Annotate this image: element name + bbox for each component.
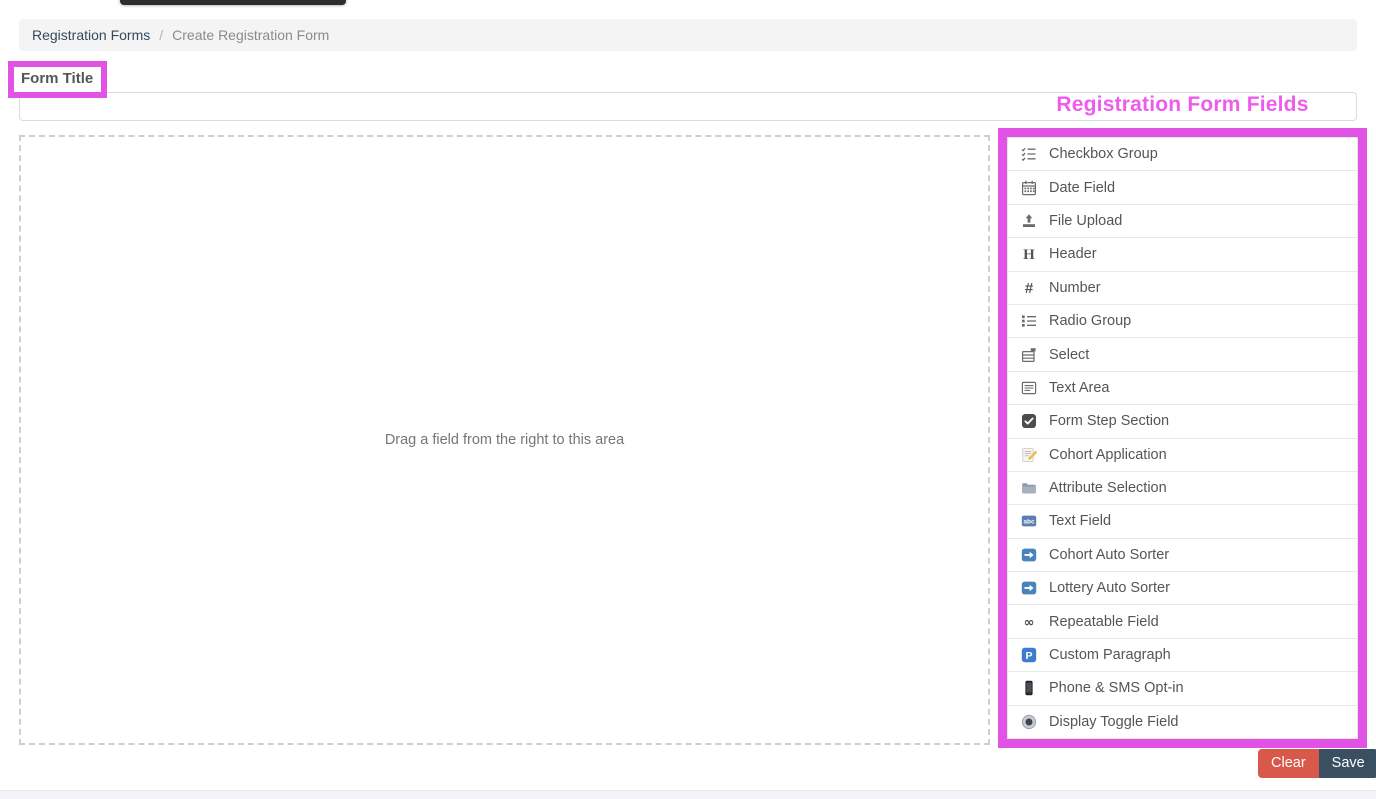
infinity-icon: ∞ (1021, 614, 1037, 630)
svg-text:∞: ∞ (1024, 615, 1035, 630)
form-actions: Clear Save (1258, 749, 1376, 778)
field-item-label: Phone & SMS Opt-in (1049, 680, 1184, 696)
fields-panel-heading: Registration Form Fields (998, 93, 1367, 117)
field-item-label: Radio Group (1049, 313, 1131, 329)
abc-icon: abc (1021, 513, 1037, 529)
field-item-label: Attribute Selection (1049, 480, 1167, 496)
field-item-label: File Upload (1049, 213, 1122, 229)
top-clipped-bar (120, 0, 346, 5)
field-item-label: Custom Paragraph (1049, 647, 1171, 663)
pencil-icon (1021, 447, 1037, 463)
field-item-cohort-auto-sorter[interactable]: Cohort Auto Sorter (1008, 539, 1357, 572)
radio-button-icon (1021, 714, 1037, 730)
field-item-label: Text Area (1049, 380, 1109, 396)
field-item-number[interactable]: # Number (1008, 272, 1357, 305)
field-item-custom-paragraph[interactable]: P Custom Paragraph (1008, 639, 1357, 672)
arrow-right-icon (1021, 580, 1037, 596)
select-icon (1021, 347, 1037, 363)
field-item-label: Number (1049, 280, 1101, 296)
field-item-label: Text Field (1049, 513, 1111, 529)
bottom-strip (0, 790, 1376, 799)
field-item-date-field[interactable]: Date Field (1008, 171, 1357, 204)
clear-button[interactable]: Clear (1258, 749, 1319, 778)
calendar-icon (1021, 180, 1037, 196)
upload-icon (1021, 213, 1037, 229)
form-title-label: Form Title (21, 70, 93, 87)
arrow-right-icon (1021, 547, 1037, 563)
breadcrumb-link-registration-forms[interactable]: Registration Forms (32, 27, 150, 43)
field-item-phone-sms-opt-in[interactable]: Phone & SMS Opt-in (1008, 672, 1357, 705)
field-item-label: Cohort Application (1049, 447, 1167, 463)
form-title-annotation-box: Form Title (8, 61, 107, 98)
field-item-label: Header (1049, 246, 1097, 262)
hash-icon: # (1021, 280, 1037, 296)
field-item-attribute-selection[interactable]: Attribute Selection (1008, 472, 1357, 505)
check-square-icon (1021, 413, 1037, 429)
p-square-icon: P (1021, 647, 1037, 663)
radio-group-icon (1021, 313, 1037, 329)
field-item-cohort-application[interactable]: Cohort Application (1008, 439, 1357, 472)
field-item-label: Lottery Auto Sorter (1049, 580, 1170, 596)
svg-text:P: P (1025, 650, 1032, 662)
breadcrumb-current-page: Create Registration Form (172, 27, 329, 43)
field-item-repeatable-field[interactable]: ∞ Repeatable Field (1008, 605, 1357, 638)
textarea-icon (1021, 380, 1037, 396)
field-item-label: Repeatable Field (1049, 614, 1159, 630)
field-item-display-toggle-field[interactable]: Display Toggle Field (1008, 706, 1357, 738)
checkbox-group-icon (1021, 146, 1037, 162)
folder-icon (1021, 480, 1037, 496)
field-item-text-area[interactable]: Text Area (1008, 372, 1357, 405)
svg-text:H: H (1023, 247, 1035, 262)
field-item-file-upload[interactable]: File Upload (1008, 205, 1357, 238)
field-item-text-field[interactable]: abc Text Field (1008, 505, 1357, 538)
breadcrumb-separator: / (159, 27, 163, 43)
drop-area-hint: Drag a field from the right to this area (385, 432, 624, 448)
field-item-radio-group[interactable]: Radio Group (1008, 305, 1357, 338)
field-item-checkbox-group[interactable]: Checkbox Group (1008, 138, 1357, 171)
header-icon: H (1021, 246, 1037, 262)
field-item-lottery-auto-sorter[interactable]: Lottery Auto Sorter (1008, 572, 1357, 605)
fields-list: Checkbox Group Date Field File Upload H Head… (1007, 137, 1358, 739)
field-item-label: Display Toggle Field (1049, 714, 1179, 730)
field-item-select[interactable]: Select (1008, 338, 1357, 371)
field-item-header[interactable]: H Header (1008, 238, 1357, 271)
phone-icon (1021, 680, 1037, 696)
svg-text:abc: abc (1023, 519, 1034, 526)
field-item-label: Checkbox Group (1049, 146, 1158, 162)
breadcrumb: Registration Forms / Create Registration… (19, 19, 1357, 51)
svg-text:#: # (1025, 280, 1034, 296)
fields-panel-annotation-border: Checkbox Group Date Field File Upload H Head… (998, 128, 1367, 748)
save-button[interactable]: Save (1319, 749, 1376, 778)
field-item-label: Form Step Section (1049, 413, 1169, 429)
form-drop-area[interactable]: Drag a field from the right to this area (19, 135, 990, 745)
field-item-label: Select (1049, 347, 1089, 363)
field-item-label: Date Field (1049, 180, 1115, 196)
field-item-label: Cohort Auto Sorter (1049, 547, 1169, 563)
field-item-form-step-section[interactable]: Form Step Section (1008, 405, 1357, 438)
